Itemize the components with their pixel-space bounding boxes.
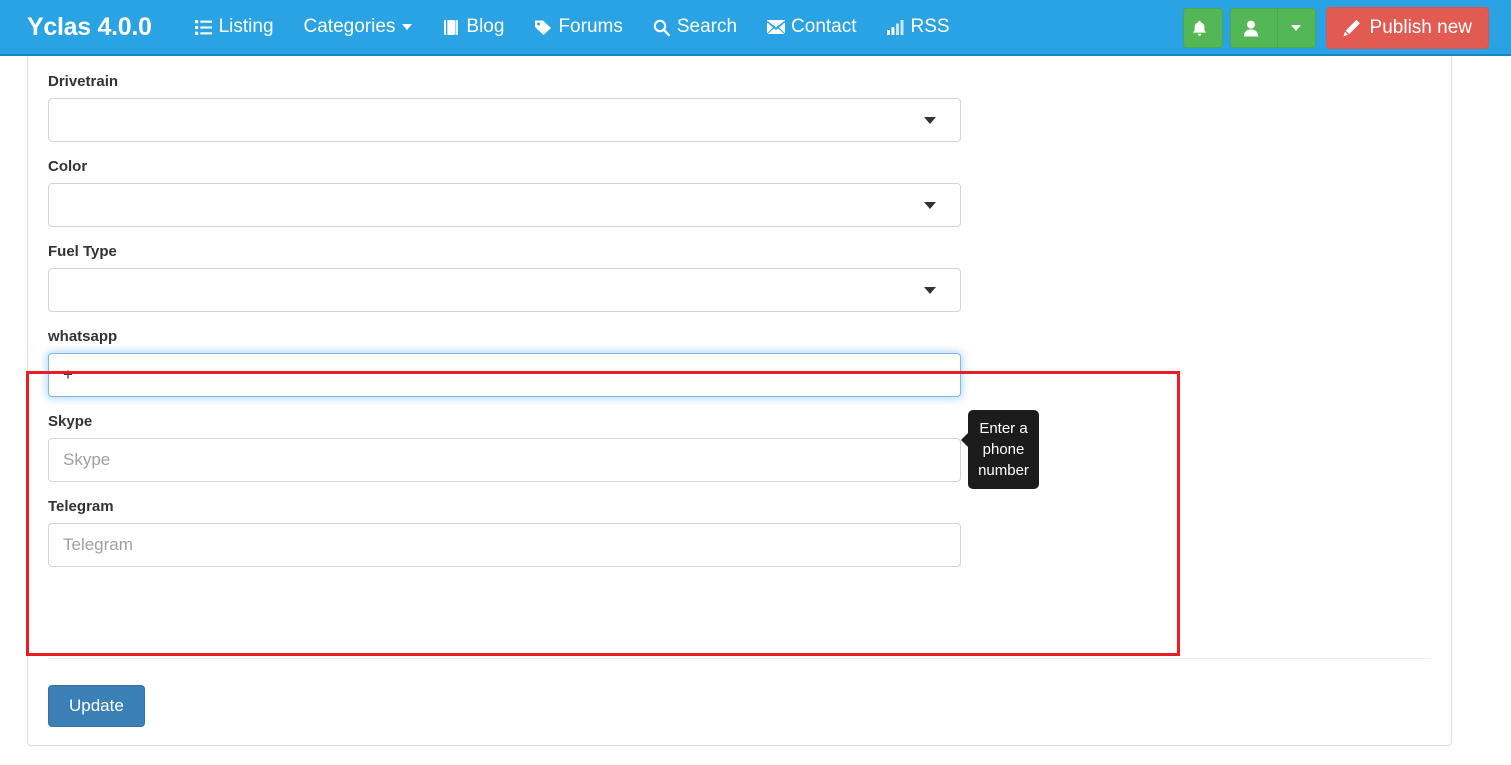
book-icon [442,18,460,36]
form-panel: Drivetrain Color Fuel Type whatsapp + Sk… [27,56,1452,746]
nav-item-label: Categories [303,16,396,37]
notifications-button[interactable] [1182,8,1223,48]
color-select[interactable] [48,183,961,227]
tag-icon [534,18,552,36]
field-label-telegram: Telegram [48,498,114,515]
form-divider [48,658,1431,659]
field-group-drivetrain: Drivetrain [48,72,1431,142]
nav-item-search[interactable]: Search [638,0,752,55]
nav-item-listing[interactable]: Listing [180,0,289,55]
list-icon [195,18,213,36]
field-label-drivetrain: Drivetrain [48,73,119,90]
envelope-icon [767,18,786,36]
chevron-down-icon [924,202,936,209]
user-account-button[interactable] [1231,9,1277,47]
bell-icon [1191,19,1209,37]
main-navbar: Yclas 4.0.0 Listing Categories Blog Foru… [0,0,1511,56]
whatsapp-input[interactable] [48,353,961,397]
chevron-down-icon [924,287,936,294]
nav-item-label: RSS [910,16,950,37]
drivetrain-select[interactable] [48,98,961,142]
signal-icon [887,18,905,36]
brand-logo[interactable]: Yclas 4.0.0 [27,14,152,40]
nav-item-label: Contact [791,16,857,37]
nav-item-label: Search [676,16,738,37]
publish-new-label: Publish new [1369,17,1472,38]
form-body: Drivetrain Color Fuel Type whatsapp + Sk… [28,56,1451,727]
nav-item-categories[interactable]: Categories [289,0,428,55]
nav-item-label: Blog [466,16,505,37]
chevron-down-icon [924,117,936,124]
field-group-telegram: Telegram [48,497,1431,567]
nav-links: Listing Categories Blog Forums Search Co… [180,0,965,55]
navbar-actions: Publish new [1182,0,1489,56]
user-menu-group [1229,8,1316,48]
chevron-down-icon [1291,25,1302,31]
field-group-skype: Skype [48,412,1431,482]
fuel-type-select[interactable] [48,268,961,312]
chevron-down-icon [402,24,413,30]
nav-item-contact[interactable]: Contact [752,0,871,55]
nav-item-label: Forums [558,16,623,37]
user-icon [1242,19,1260,37]
telegram-input[interactable] [48,523,961,567]
field-label-color: Color [48,158,88,175]
nav-item-forums[interactable]: Forums [519,0,637,55]
update-button[interactable]: Update [48,685,145,727]
field-group-color: Color [48,157,1431,227]
nav-item-blog[interactable]: Blog [427,0,519,55]
skype-input[interactable] [48,438,961,482]
phone-number-tooltip: Enter a phone number [961,410,1039,489]
search-icon [653,18,671,36]
nav-item-label: Listing [218,16,274,37]
user-menu-caret-button[interactable] [1276,9,1315,47]
field-group-whatsapp: whatsapp [48,327,1431,397]
pencil-icon [1343,19,1362,38]
field-group-fuel-type: Fuel Type [48,242,1431,312]
publish-new-button[interactable]: Publish new [1325,7,1489,49]
field-label-whatsapp: whatsapp [48,328,118,345]
field-label-fuel-type: Fuel Type [48,243,117,260]
field-label-skype: Skype [48,413,93,430]
nav-item-rss[interactable]: RSS [872,0,965,55]
